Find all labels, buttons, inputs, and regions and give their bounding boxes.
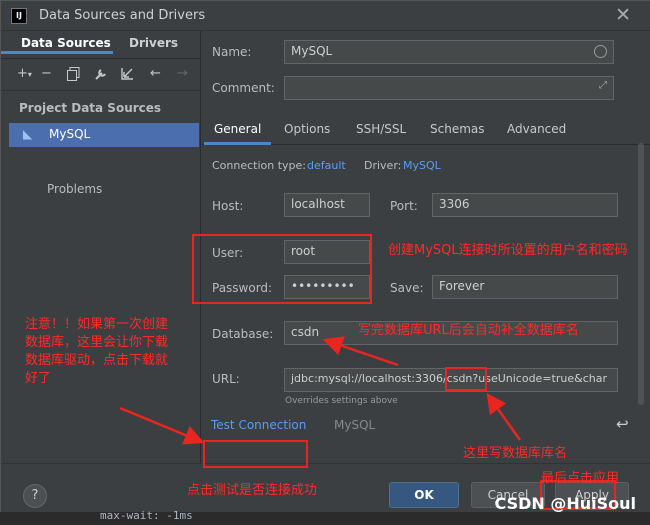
annotation-test-connection: 点击测试是否连接成功: [187, 483, 318, 498]
watermark: CSDN @HuiSoul: [494, 494, 636, 513]
annotation-apply-last: 最后点击应用: [541, 471, 620, 486]
annotation-database: 写完数据库URL后会自动补全数据库名: [358, 323, 579, 338]
annotation-first-time-driver: 注意！！如果第一次创建数据库，这里会让你下载数据库驱动，点击下载就好了: [25, 317, 169, 386]
annotation-db-name-here: 这里写数据库库名: [463, 446, 568, 461]
annotation-user-password: 创建MySQL连接时所设置的用户名和密码: [388, 243, 628, 258]
